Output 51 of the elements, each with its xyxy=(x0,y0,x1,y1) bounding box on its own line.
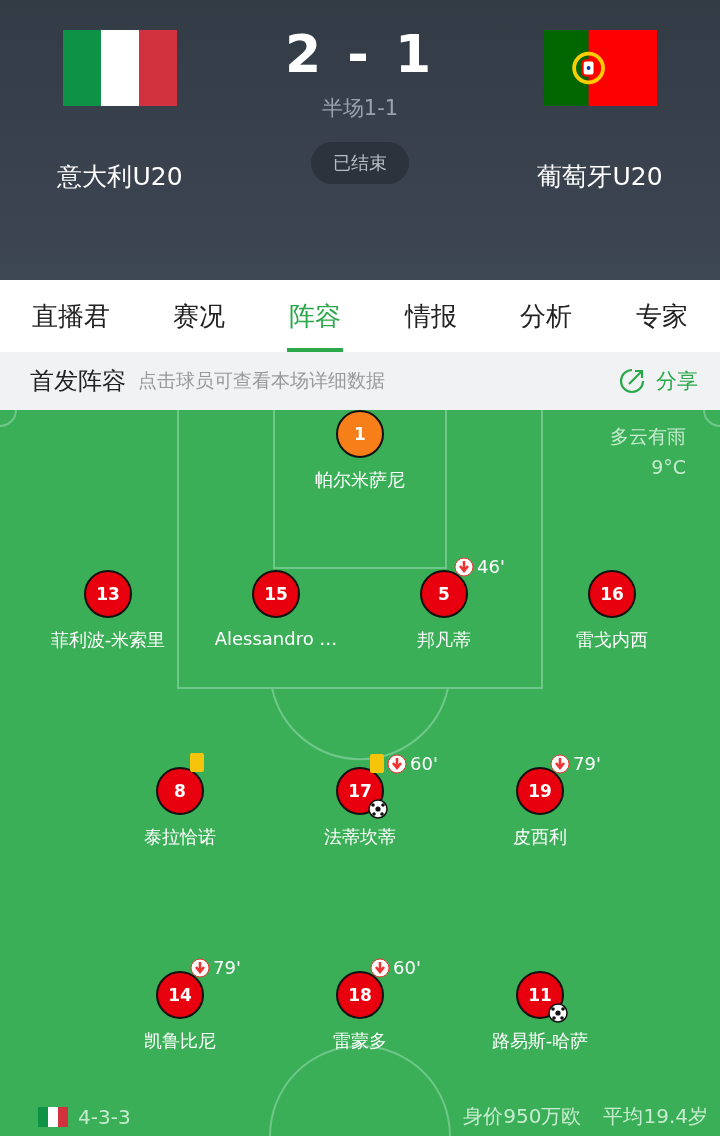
player-name[interactable]: 法蒂坎蒂 xyxy=(324,825,396,849)
substitution-out-icon xyxy=(190,957,210,978)
substitution-minute: 46' xyxy=(477,556,505,577)
substitution-out-icon xyxy=(454,556,474,577)
player-number[interactable]: 1 xyxy=(336,410,384,458)
substitution-out-icon xyxy=(370,957,390,978)
share-link[interactable]: 分享 xyxy=(656,367,698,395)
share-icon[interactable] xyxy=(618,367,646,395)
player-number[interactable]: 18 xyxy=(336,971,384,1019)
tab[interactable]: 赛况 xyxy=(171,280,228,352)
match-score: 2 - 1 xyxy=(284,32,436,76)
average-age: 平均19.4岁 xyxy=(603,1103,708,1130)
section-hint: 点击球员可查看本场详细数据 xyxy=(138,368,386,393)
team-value: 身价950万欧 xyxy=(463,1103,582,1130)
player-name[interactable]: 帕尔米萨尼 xyxy=(315,468,405,492)
tab[interactable]: 专家 xyxy=(634,280,691,352)
player-number[interactable]: 19 xyxy=(516,767,564,815)
tab[interactable]: 直播君 xyxy=(29,280,112,352)
section-title: 首发阵容 xyxy=(30,366,126,397)
half-time-score: 半场1-1 xyxy=(321,95,399,122)
player-number[interactable]: 5 xyxy=(420,570,468,618)
player-name[interactable]: 路易斯-哈萨 xyxy=(491,1029,589,1053)
match-status: 已结束 xyxy=(311,142,409,184)
team-name: 意大利U20 xyxy=(57,161,183,193)
temperature: 9°C xyxy=(651,456,686,478)
substitution-minute: 79' xyxy=(573,753,601,774)
tab[interactable]: 分析 xyxy=(518,280,575,352)
player-number[interactable]: 8 xyxy=(156,767,204,815)
player-name[interactable]: 邦凡蒂 xyxy=(417,628,471,652)
substitution-minute: 79' xyxy=(213,957,241,978)
substitution-minute: 60' xyxy=(393,957,421,978)
player-name[interactable]: 凯鲁比尼 xyxy=(144,1029,216,1053)
player-name[interactable]: 菲利波-米索里 xyxy=(50,628,166,652)
player-name[interactable]: 雷蒙多 xyxy=(333,1029,387,1053)
player-name[interactable]: 泰拉恰诺 xyxy=(144,825,216,849)
player-name[interactable]: 皮西利 xyxy=(513,825,567,849)
team-name: 葡萄牙U20 xyxy=(537,161,663,193)
substitution-minute: 60' xyxy=(410,753,438,774)
player-number[interactable]: 16 xyxy=(588,570,636,618)
formation: 4-3-3 xyxy=(78,1104,131,1129)
tab[interactable]: 情报 xyxy=(402,280,459,352)
player-number[interactable]: 11 xyxy=(516,971,564,1019)
team-flag xyxy=(38,1106,68,1127)
substitution-out-icon xyxy=(550,753,570,774)
player-number[interactable]: 14 xyxy=(156,971,204,1019)
player-number[interactable]: 15 xyxy=(252,570,300,618)
player-name[interactable]: Alessandro … xyxy=(214,628,338,649)
player-number[interactable]: 13 xyxy=(84,570,132,618)
player-name[interactable]: 雷戈内西 xyxy=(576,628,648,652)
substitution-out-icon xyxy=(387,753,407,774)
weather-condition: 多云有雨 xyxy=(610,424,686,449)
